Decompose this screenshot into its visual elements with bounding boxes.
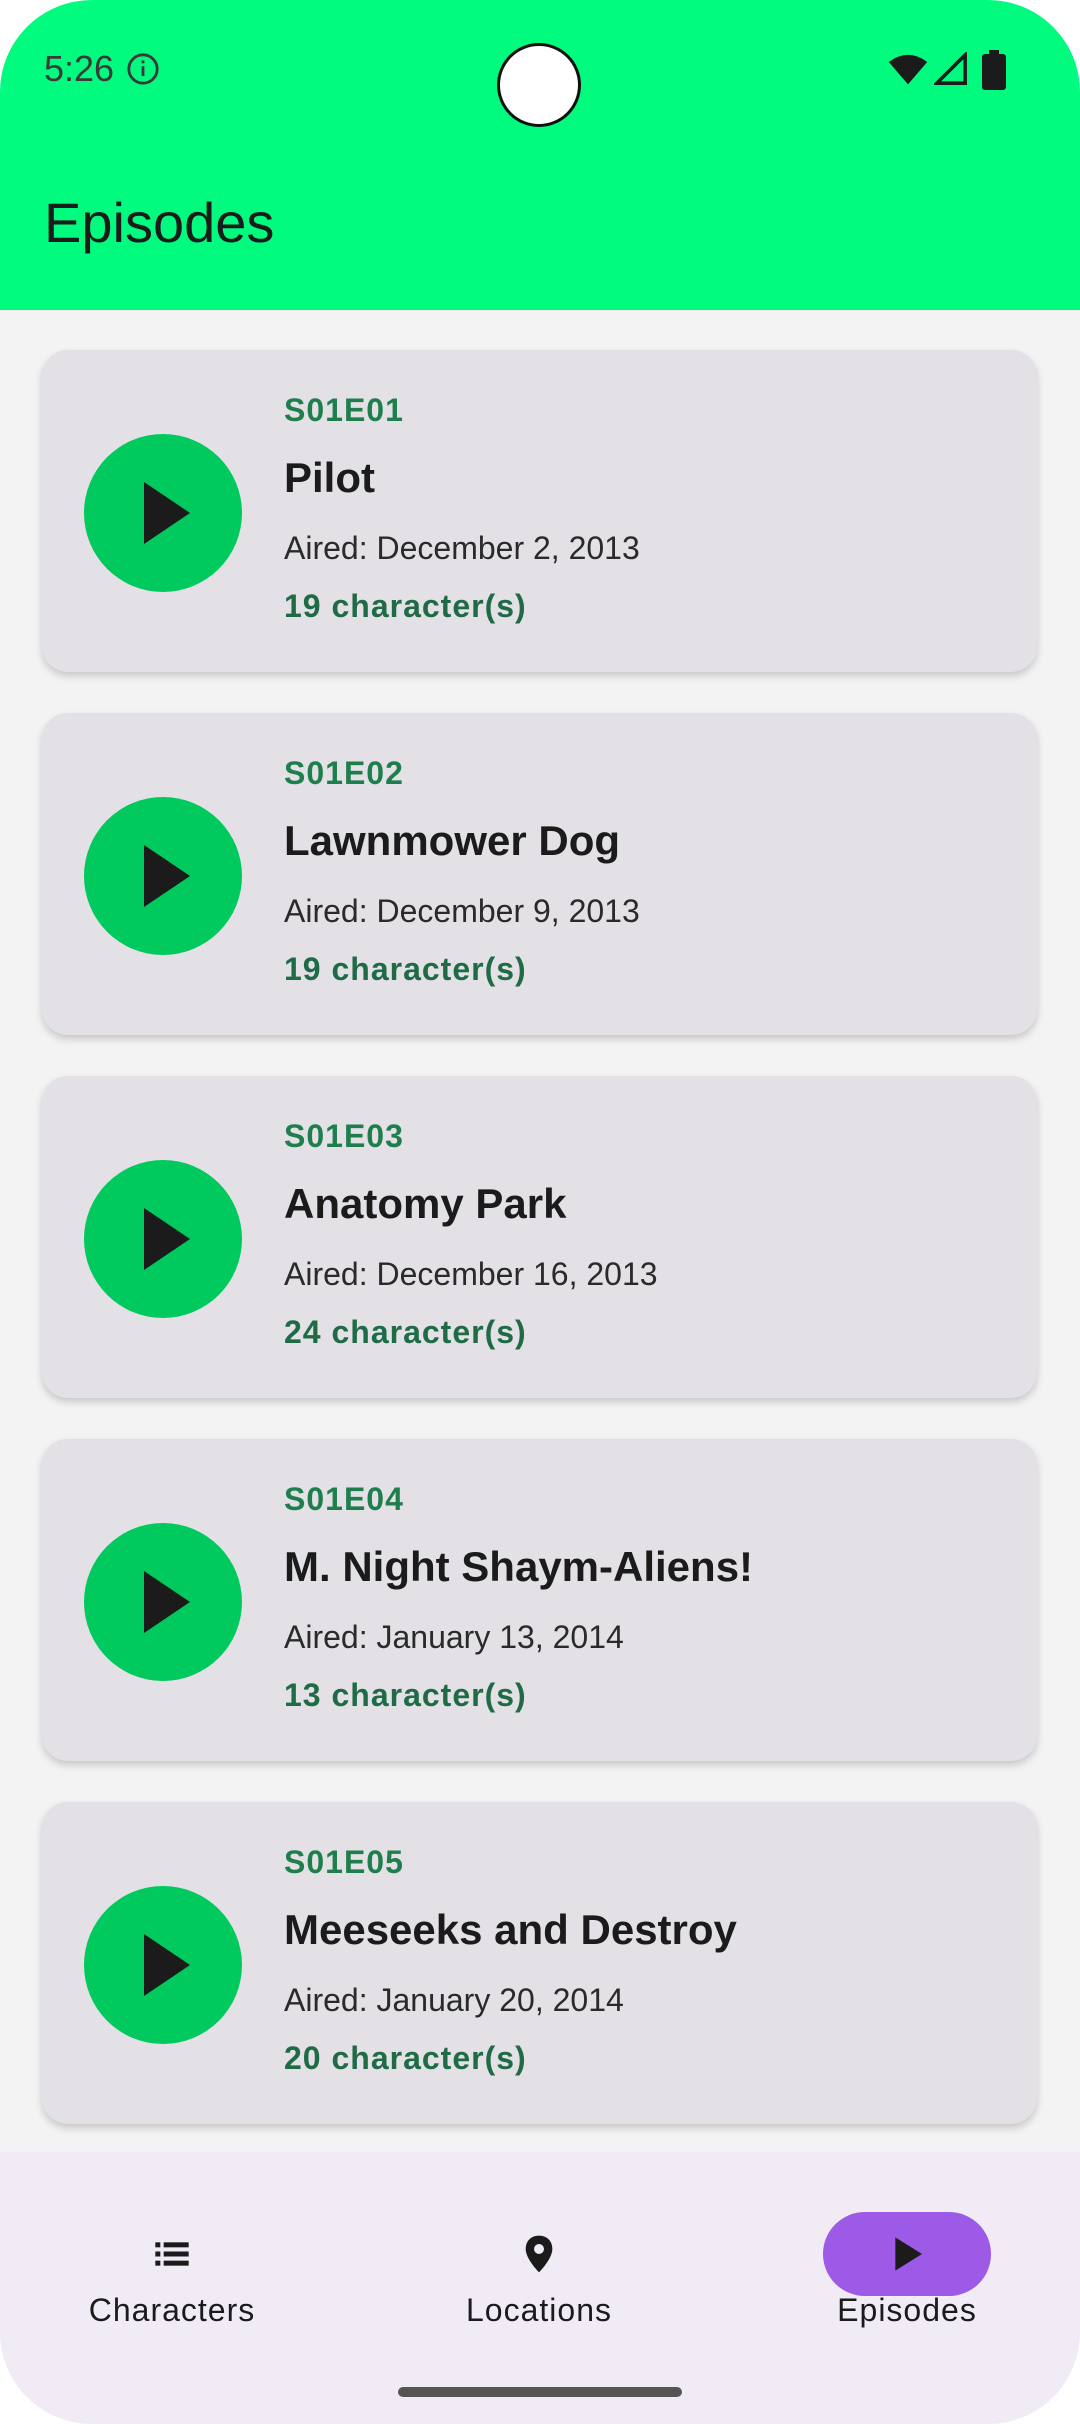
nav-label: Characters xyxy=(88,2292,256,2328)
play-icon xyxy=(144,1934,190,1996)
status-bar: 5:26 xyxy=(0,0,1080,140)
episode-card[interactable]: S01E02 Lawnmower Dog Aired: December 9, … xyxy=(42,713,1037,1035)
episode-character-count: 19 character(s) xyxy=(284,588,527,624)
episode-code: S01E04 xyxy=(284,1481,404,1517)
episode-title: M. Night Shaym-Aliens! xyxy=(284,1543,754,1590)
play-icon xyxy=(144,1571,190,1633)
play-button[interactable] xyxy=(84,797,242,955)
battery-icon xyxy=(982,50,1006,90)
episode-character-count: 19 character(s) xyxy=(284,951,527,987)
episode-title: Pilot xyxy=(284,454,375,501)
list-icon xyxy=(155,2242,189,2266)
nav-icon-container-active xyxy=(823,2212,991,2296)
episode-code: S01E02 xyxy=(284,755,404,791)
page-title: Episodes xyxy=(44,191,275,254)
play-icon xyxy=(144,845,190,907)
episode-character-count: 20 character(s) xyxy=(284,2040,527,2076)
episode-title: Lawnmower Dog xyxy=(284,817,621,864)
status-time: 5:26 xyxy=(44,48,115,89)
play-icon xyxy=(144,482,190,544)
episode-code: S01E05 xyxy=(284,1844,404,1880)
camera-cutout xyxy=(497,43,581,127)
play-button[interactable] xyxy=(84,434,242,592)
nav-item-locations[interactable]: Locations xyxy=(419,2182,659,2342)
episode-air-date: Aired: January 20, 2014 xyxy=(284,1982,624,2018)
play-button[interactable] xyxy=(84,1886,242,2044)
episode-character-count: 24 character(s) xyxy=(284,1314,527,1350)
nav-icon-container xyxy=(455,2212,623,2296)
episode-card[interactable]: S01E03 Anatomy Park Aired: December 16, … xyxy=(42,1076,1037,1398)
info-icon xyxy=(127,53,159,85)
episode-air-date: Aired: December 9, 2013 xyxy=(284,893,640,929)
episode-code: S01E03 xyxy=(284,1118,404,1154)
nav-item-episodes[interactable]: Episodes xyxy=(787,2182,1027,2342)
signal-icon xyxy=(934,52,967,85)
episode-title: Meeseeks and Destroy xyxy=(284,1906,737,1953)
play-button[interactable] xyxy=(84,1523,242,1681)
home-indicator[interactable] xyxy=(398,2387,682,2397)
episode-air-date: Aired: December 16, 2013 xyxy=(284,1256,658,1292)
device-screen: 5:26 Episodes S01E01 Pilot Aired: Decemb… xyxy=(0,0,1080,2424)
app-header: 5:26 Episodes xyxy=(0,0,1080,310)
play-icon xyxy=(895,2237,922,2271)
nav-icon-container xyxy=(88,2212,256,2296)
episode-character-count: 13 character(s) xyxy=(284,1677,527,1713)
episode-card[interactable]: S01E01 Pilot Aired: December 2, 2013 19 … xyxy=(42,350,1037,672)
episode-card[interactable]: S01E04 M. Night Shaym-Aliens! Aired: Jan… xyxy=(42,1439,1037,1761)
nav-label: Locations xyxy=(466,2292,612,2328)
wifi-icon xyxy=(888,54,928,85)
play-icon xyxy=(144,1208,190,1270)
episode-code: S01E01 xyxy=(284,392,404,428)
bottom-navigation: Characters Locations Episodes xyxy=(0,2152,1080,2424)
episode-card[interactable]: S01E05 Meeseeks and Destroy Aired: Janua… xyxy=(42,1802,1037,2124)
episode-air-date: Aired: December 2, 2013 xyxy=(284,530,640,566)
nav-item-characters[interactable]: Characters xyxy=(52,2182,292,2342)
play-button[interactable] xyxy=(84,1160,242,1318)
episode-air-date: Aired: January 13, 2014 xyxy=(284,1619,624,1655)
episode-title: Anatomy Park xyxy=(284,1180,567,1227)
location-pin-icon xyxy=(525,2235,553,2273)
nav-label: Episodes xyxy=(837,2292,977,2328)
